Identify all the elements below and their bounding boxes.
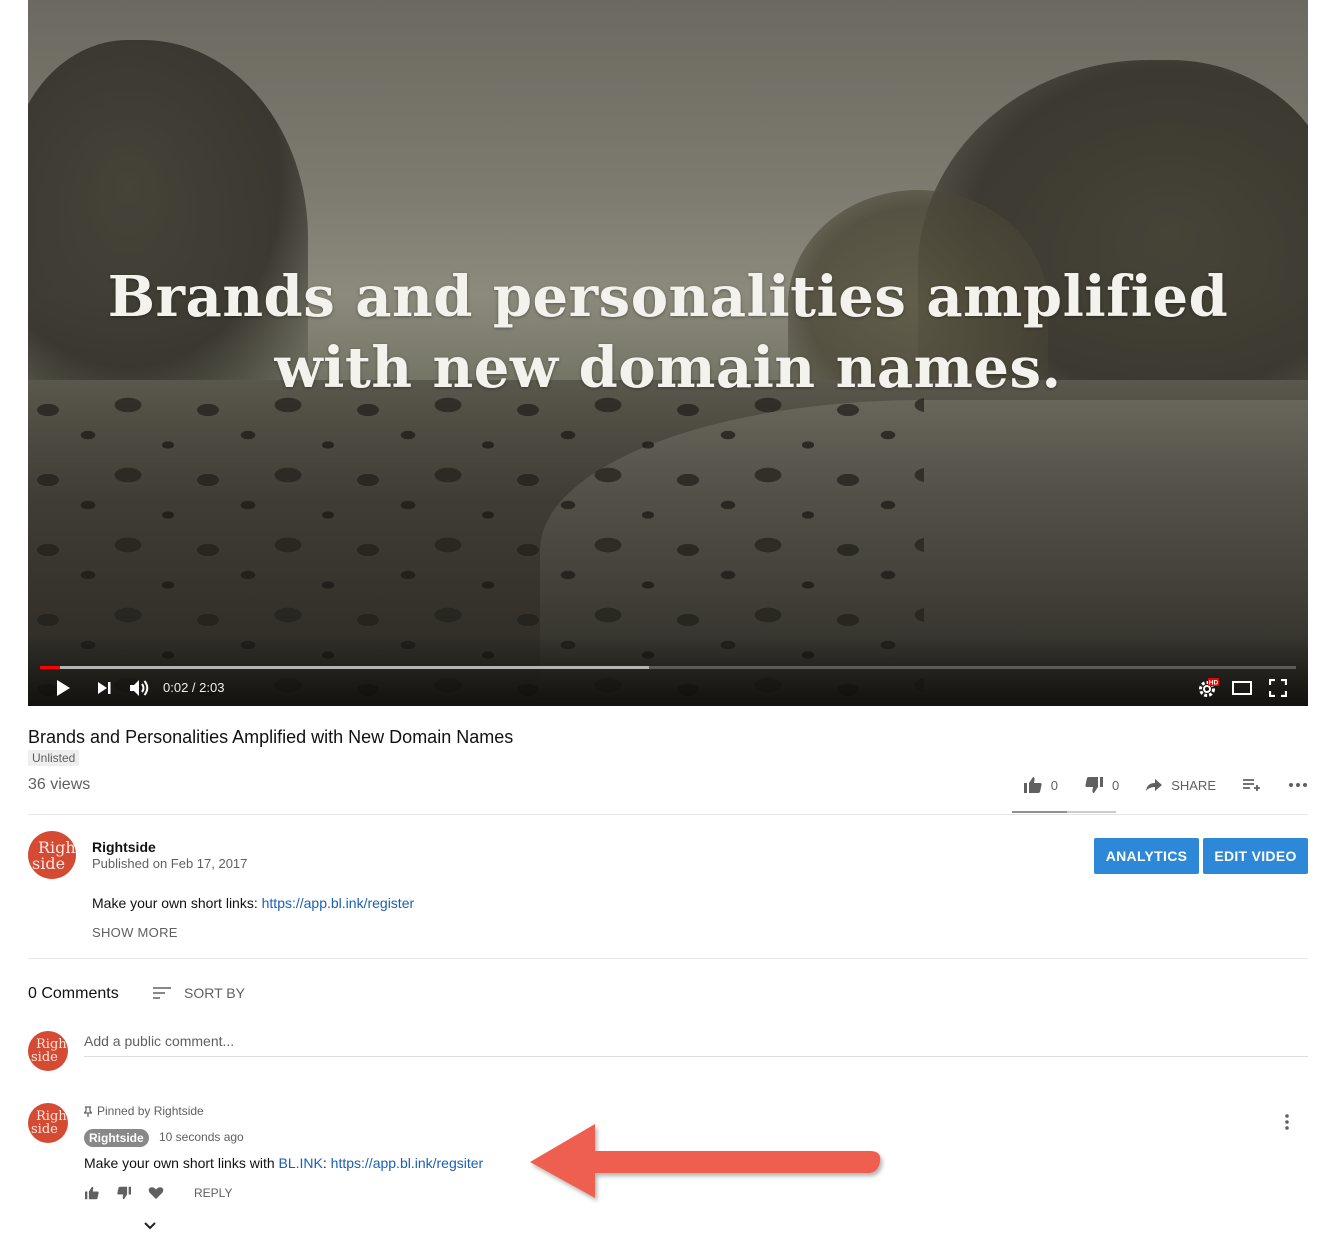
view-count: 36 views	[28, 776, 91, 793]
progress-buffered	[40, 666, 650, 669]
avatar-text-2: side	[31, 1050, 58, 1065]
avatar-text-2: side	[31, 1122, 58, 1137]
channel-name[interactable]: Rightside	[92, 839, 156, 855]
theater-mode-icon	[1232, 681, 1252, 695]
skip-next-icon	[98, 682, 111, 694]
volume-icon	[130, 680, 149, 696]
sort-icon	[153, 987, 171, 999]
controls-gradient	[28, 636, 1308, 706]
video-overlay-text: Brands and personalities amplified with …	[28, 262, 1308, 404]
comment-url-link[interactable]: https://app.bl.ink/regsiter	[331, 1155, 484, 1171]
pinned-text: Pinned by Rightside	[97, 1104, 204, 1118]
comment-text: Make your own short links with BL.INK: h…	[84, 1155, 483, 1171]
sort-by-label: SORT BY	[184, 985, 245, 1001]
arrow-left-icon	[530, 1124, 881, 1198]
avatar-text-2: side	[32, 854, 66, 873]
comment-text-prefix: Make your own short links with	[84, 1155, 279, 1171]
more-vert-icon	[1285, 1114, 1289, 1130]
share-label: SHARE	[1171, 777, 1216, 793]
commenter-avatar[interactable]: Right side	[28, 1103, 68, 1143]
comment-brand-link[interactable]: BL.INK	[279, 1155, 323, 1171]
user-avatar: Right side	[28, 1031, 68, 1071]
heart-icon[interactable]	[148, 1186, 164, 1200]
gear-icon: HD	[1199, 678, 1219, 697]
comment-dislike-icon[interactable]	[116, 1186, 132, 1200]
comment-menu-button[interactable]	[1280, 1113, 1294, 1136]
more-actions-button[interactable]	[1288, 782, 1308, 788]
play-icon	[57, 680, 70, 696]
description-text: Make your own short links:	[92, 895, 262, 911]
publish-date: Published on Feb 17, 2017	[92, 856, 248, 871]
video-description: Make your own short links: https://app.b…	[92, 895, 414, 911]
comment-like-icon[interactable]	[84, 1186, 100, 1200]
sort-by-button[interactable]: SORT BY	[152, 985, 245, 1001]
video-overlay-line-1: Brands and personalities amplified	[107, 264, 1229, 330]
reply-button[interactable]: REPLY	[194, 1186, 232, 1200]
video-actions: 0 0 SHARE	[997, 776, 1308, 794]
unlisted-badge: Unlisted	[28, 750, 80, 766]
sentiment-bar-fill	[1012, 811, 1067, 813]
fullscreen-button[interactable]	[1267, 676, 1289, 700]
comments-count: 0 Comments	[28, 985, 119, 1002]
thumbs-down-icon	[1085, 777, 1103, 793]
share-button[interactable]: SHARE	[1145, 778, 1216, 793]
comment-author-badge[interactable]: Rightside	[84, 1129, 149, 1147]
next-button[interactable]	[94, 676, 114, 700]
analytics-button[interactable]: ANALYTICS	[1094, 838, 1199, 874]
comment-timestamp[interactable]: 10 seconds ago	[159, 1130, 244, 1144]
comment-input[interactable]: Add a public comment...	[84, 1033, 1308, 1057]
time-display: 0:02 / 2:03	[163, 680, 225, 695]
edit-video-button[interactable]: EDIT VIDEO	[1203, 838, 1308, 874]
pin-icon	[84, 1105, 92, 1117]
pinned-label: Pinned by Rightside	[84, 1104, 204, 1118]
expand-replies-button[interactable]	[143, 1218, 157, 1236]
video-player[interactable]: Brands and personalities amplified with …	[28, 0, 1308, 706]
description-link[interactable]: https://app.bl.ink/register	[262, 895, 415, 911]
share-icon	[1146, 779, 1163, 791]
video-title: Brands and Personalities Amplified with …	[28, 727, 514, 747]
hd-badge: HD	[1209, 680, 1219, 687]
progress-bar[interactable]	[40, 666, 1296, 669]
dislike-button[interactable]: 0	[1084, 776, 1119, 794]
annotation-arrow	[525, 1118, 890, 1208]
sentiment-bar	[1012, 811, 1116, 813]
channel-avatar[interactable]: Right side	[28, 831, 76, 879]
like-count: 0	[1050, 777, 1058, 793]
comment-text-sep: :	[322, 1155, 331, 1171]
comment-actions: REPLY	[84, 1186, 232, 1200]
like-button[interactable]: 0	[1023, 776, 1058, 794]
more-horiz-icon	[1289, 783, 1307, 787]
progress-played	[40, 666, 61, 669]
thumbs-up-icon	[1023, 777, 1042, 793]
video-overlay-line-2: with new domain names.	[274, 335, 1062, 401]
play-button[interactable]	[52, 676, 74, 700]
dislike-count: 0	[1111, 777, 1120, 793]
settings-button[interactable]: HD	[1196, 676, 1220, 700]
save-to-playlist-button[interactable]	[1242, 778, 1262, 792]
divider	[28, 958, 1308, 959]
theater-mode-button[interactable]	[1231, 676, 1253, 700]
chevron-down-icon	[144, 1222, 156, 1230]
playlist-add-icon	[1243, 779, 1260, 791]
show-more-button[interactable]: SHOW MORE	[92, 925, 178, 940]
volume-button[interactable]	[128, 676, 152, 700]
fullscreen-icon	[1269, 679, 1287, 697]
divider	[28, 814, 1308, 815]
